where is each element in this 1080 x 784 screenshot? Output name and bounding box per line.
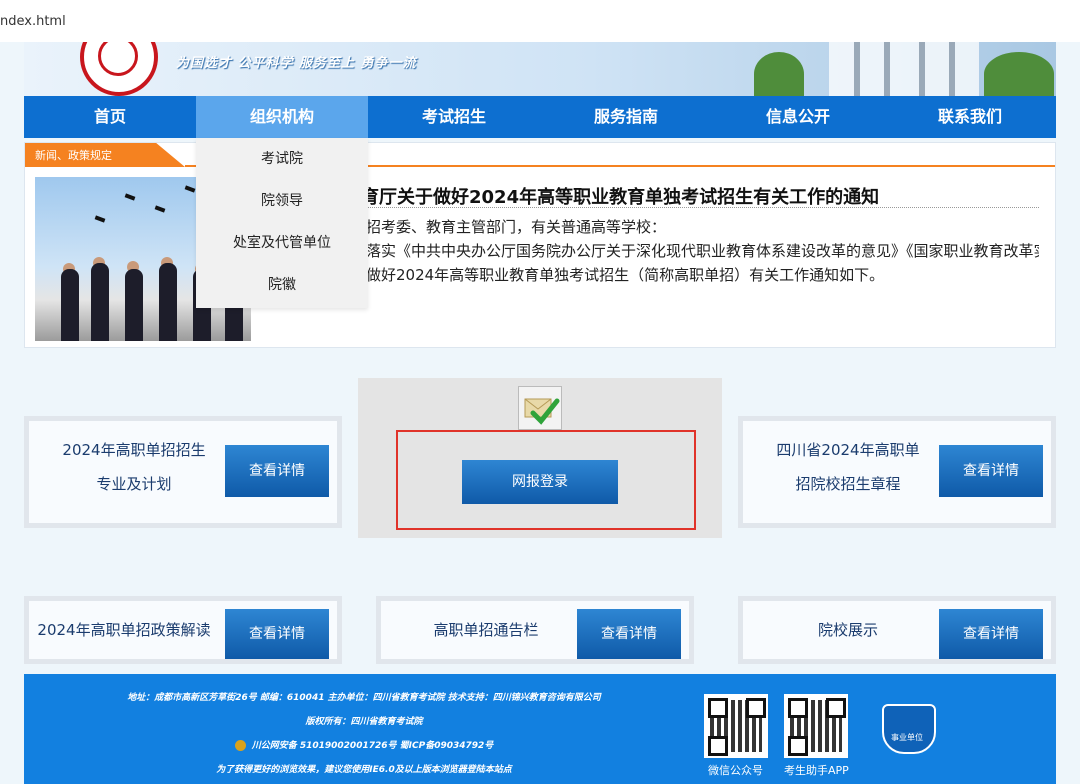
app-qr-code [784, 694, 848, 758]
nav-exam-admission[interactable]: 考试招生 [368, 96, 540, 138]
tree-decoration [984, 52, 1054, 96]
page: 为国选才 公平科学 服务至上 勇争一流 首页 组织机构 考试招生 服务指南 信息… [0, 42, 1080, 784]
footer-browser-tip: 为了获得更好的浏览效果，建议您使用IE6.0及以上版本浏览器登陆本站点 [216, 765, 512, 775]
nav-info-disclosure[interactable]: 信息公开 [712, 96, 884, 138]
police-badge-icon [234, 740, 246, 751]
news-title[interactable]: 四川省教育厅关于做好2024年高等职业教育单独考试招生有关工作的通知 [289, 183, 879, 209]
tree-decoration [754, 52, 804, 96]
check-icon [518, 386, 562, 430]
policy-details-button[interactable]: 查看详情 [225, 609, 329, 659]
browser-address-bar[interactable]: ndex.html [0, 0, 1080, 43]
policy-card: 2024年高职单招政策解读 查看详情 [24, 596, 342, 664]
notice-card: 高职单招通告栏 查看详情 [376, 596, 694, 664]
news-summary: 各市（州）招考委、教育主管部门，有关普通高等学校： 为深入贯彻落实《中共中央办公… [257, 215, 1039, 287]
nav-organization[interactable]: 组织机构 [196, 96, 368, 138]
nav-home[interactable]: 首页 [24, 96, 196, 138]
main-nav: 首页 组织机构 考试招生 服务指南 信息公开 联系我们 [24, 96, 1056, 138]
charter-details-button[interactable]: 查看详情 [939, 445, 1043, 497]
badge-label: 事业单位 [891, 733, 923, 742]
schools-card-title: 院校展示 [817, 621, 878, 639]
app-qr-label: 考生助手APP [784, 764, 849, 777]
news-tab[interactable]: 新闻、政策规定 [25, 143, 185, 167]
url-text: ndex.html [0, 14, 66, 29]
charter-card-title: 四川省2024年高职单 招院校招生章程 [776, 441, 920, 493]
nav-contact[interactable]: 联系我们 [884, 96, 1056, 138]
dropdown-item-leadership[interactable]: 院领导 [196, 180, 368, 222]
title-divider [289, 207, 1039, 208]
dropdown-item-emblem[interactable]: 院徽 [196, 264, 368, 306]
plan-card: 2024年高职单招招生 专业及计划 查看详情 [24, 416, 342, 528]
login-card: 网报登录 [358, 378, 722, 538]
wechat-qr-label: 微信公众号 [708, 764, 763, 777]
site-logo[interactable] [80, 42, 158, 96]
charter-card: 四川省2024年高职单 招院校招生章程 查看详情 [738, 416, 1056, 528]
news-line: 为深入贯彻落实《中共中央办公厅国务院办公厅关于深化现代职业教育体系建设改革的意见… [291, 242, 1039, 260]
dropdown-item-departments[interactable]: 处室及代管单位 [196, 222, 368, 264]
dropdown-item-exam-institute[interactable]: 考试院 [196, 138, 368, 180]
notice-card-title: 高职单招通告栏 [433, 621, 539, 639]
notice-details-button[interactable]: 查看详情 [577, 609, 681, 659]
footer-copyright: 版权所有：四川省教育考试院 [305, 717, 423, 727]
online-login-button[interactable]: 网报登录 [462, 460, 618, 504]
header-slogan: 为国选才 公平科学 服务至上 勇争一流 [176, 56, 417, 71]
news-line: 制度，现就做好2024年高等职业教育单独考试招生（简称高职单招）有关工作通知如下… [291, 266, 885, 284]
news-tab-label: 新闻、政策规定 [35, 149, 112, 162]
schools-card: 院校展示 查看详情 [738, 596, 1056, 664]
organization-dropdown: 考试院 院领导 处室及代管单位 院徽 [196, 138, 368, 308]
footer-record: 川公网安备 51019002001726号 蜀ICP备09034792号 [24, 738, 704, 751]
policy-card-title: 2024年高职单招政策解读 [37, 621, 211, 639]
news-panel: 新闻、政策规定 四川省教育厅关于做好2024年高等职业教育单独考试招生有关工作的… [24, 142, 1056, 348]
plan-card-title: 2024年高职单招招生 专业及计划 [62, 441, 206, 493]
header-banner: 为国选才 公平科学 服务至上 勇争一流 [24, 42, 1056, 96]
plan-details-button[interactable]: 查看详情 [225, 445, 329, 497]
footer: 地址：成都市高新区芳草街26号 邮编：610041 主办单位：四川省教育考试院 … [24, 674, 1056, 784]
wechat-qr-code [704, 694, 768, 758]
schools-details-button[interactable]: 查看详情 [939, 609, 1043, 659]
building-decoration [829, 42, 979, 96]
nav-service-guide[interactable]: 服务指南 [540, 96, 712, 138]
public-institution-badge-icon[interactable]: 事业单位 [882, 704, 936, 754]
news-line: 各市（州）招考委、教育主管部门，有关普通高等学校： [291, 218, 667, 236]
footer-address: 地址：成都市高新区芳草街26号 邮编：610041 主办单位：四川省教育考试院 … [127, 693, 601, 703]
